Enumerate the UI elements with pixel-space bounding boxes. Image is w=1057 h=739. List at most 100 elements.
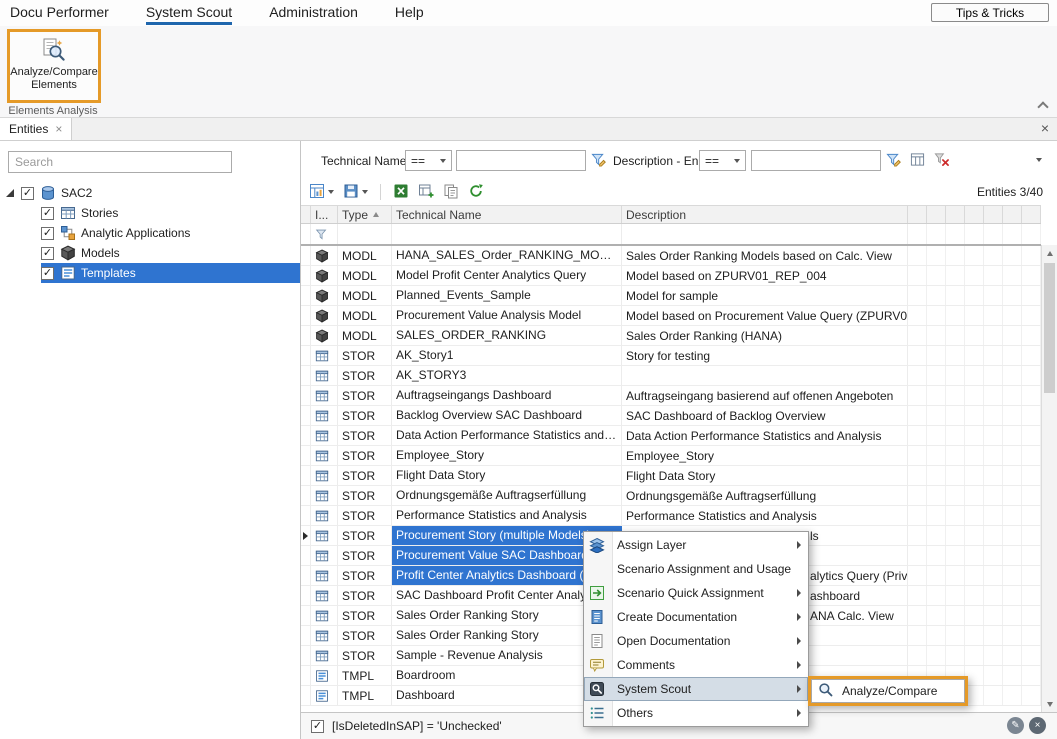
menu-item-create-documentation[interactable]: Create Documentation: [584, 605, 808, 629]
description-filter-input[interactable]: [751, 150, 881, 171]
icon-column-header[interactable]: I...: [311, 206, 338, 223]
checkbox[interactable]: ✓: [41, 207, 54, 220]
empty-columns-header: [908, 206, 1041, 223]
story-icon: [315, 409, 329, 423]
menu-item-analyze-compare[interactable]: Analyze/Compare: [811, 679, 965, 703]
technical-name-column-header[interactable]: Technical Name: [392, 206, 622, 223]
technical-name-operator-combo[interactable]: ==: [405, 150, 452, 171]
menu-item-system-scout[interactable]: System Scout: [146, 0, 232, 26]
table-row[interactable]: STORAK_Story1Story for testing: [301, 346, 1041, 366]
menu-item-others[interactable]: Others: [584, 701, 808, 725]
tree-item-sac2[interactable]: ✓ SAC2: [0, 183, 300, 203]
auto-filter-row[interactable]: [301, 224, 1041, 246]
checkbox[interactable]: ✓: [41, 247, 54, 260]
menu-item-open-documentation[interactable]: Open Documentation: [584, 629, 808, 653]
table-row[interactable]: STORAK_STORY3: [301, 366, 1041, 386]
technical-name-cell[interactable]: Employee_Story: [392, 446, 622, 465]
expander-icon[interactable]: [6, 189, 14, 197]
filter-edit-icon[interactable]: [591, 152, 606, 170]
menu-item-help[interactable]: Help: [395, 0, 424, 26]
type-cell: STOR: [338, 406, 392, 425]
search-input[interactable]: [8, 151, 232, 173]
table-row[interactable]: MODLPlanned_Events_SampleModel for sampl…: [301, 286, 1041, 306]
table-row[interactable]: STORAuftragseingangs DashboardAuftragsei…: [301, 386, 1041, 406]
description-operator-combo[interactable]: ==: [699, 150, 746, 171]
add-table-button[interactable]: [416, 181, 436, 204]
technical-name-cell[interactable]: Model Profit Center Analytics Query: [392, 266, 622, 285]
table-row[interactable]: MODLModel Profit Center Analytics QueryM…: [301, 266, 1041, 286]
table-row[interactable]: MODLProcurement Value Analysis ModelMode…: [301, 306, 1041, 326]
tips-tricks-button[interactable]: Tips & Tricks: [931, 3, 1049, 22]
filter-enabled-checkbox[interactable]: ✓: [311, 720, 324, 733]
export-excel-button[interactable]: [391, 181, 411, 204]
technical-name-cell[interactable]: SALES_ORDER_RANKING: [392, 326, 622, 345]
analyze-compare-elements-button[interactable]: Analyze/Compare Elements: [7, 29, 101, 103]
menu-item-administration[interactable]: Administration: [269, 0, 358, 26]
table-row[interactable]: STOROrdnungsgemäße AuftragserfüllungOrdn…: [301, 486, 1041, 506]
panel-close-icon[interactable]: ×: [1041, 120, 1049, 136]
grid-view-menu-button[interactable]: [307, 181, 336, 204]
technical-name-cell[interactable]: AK_Story1: [392, 346, 622, 365]
tree-item-stories[interactable]: ✓Stories: [0, 203, 300, 223]
description-fragment: ANA Calc. View: [810, 609, 894, 623]
type-cell: MODL: [338, 306, 392, 325]
menu-item-scenario-quick-assignment[interactable]: Scenario Quick Assignment: [584, 581, 808, 605]
table-row[interactable]: MODLSALES_ORDER_RANKINGSales Order Ranki…: [301, 326, 1041, 346]
description-fragment: ls: [810, 529, 819, 543]
filter-icon[interactable]: [886, 152, 901, 170]
tree-item-templates[interactable]: ✓Templates: [0, 263, 300, 283]
menu-item-scenario-assignment-and-usage[interactable]: Scenario Assignment and Usage: [584, 557, 808, 581]
table-row[interactable]: STORPerformance Statistics and AnalysisP…: [301, 506, 1041, 526]
tree-item-analytic-applications[interactable]: ✓Analytic Applications: [0, 223, 300, 243]
table-row[interactable]: STORBacklog Overview SAC DashboardSAC Da…: [301, 406, 1041, 426]
technical-name-cell[interactable]: Flight Data Story: [392, 466, 622, 485]
menu-item-system-scout[interactable]: System Scout: [584, 677, 808, 701]
copy-button[interactable]: [441, 181, 461, 204]
technical-name-cell[interactable]: AK_STORY3: [392, 366, 622, 385]
ribbon-collapse-chevron-icon[interactable]: [1038, 100, 1047, 109]
description-column-header[interactable]: Description: [622, 206, 908, 223]
save-layout-button[interactable]: [341, 181, 370, 204]
technical-name-cell[interactable]: Auftragseingangs Dashboard: [392, 386, 622, 405]
tab-entities[interactable]: Entities ×: [0, 118, 72, 140]
table-row[interactable]: MODLHANA_SALES_Order_RANKING_MODELSales …: [301, 246, 1041, 266]
tab-close-icon[interactable]: ×: [55, 122, 62, 136]
menu-item-assign-layer[interactable]: Assign Layer: [584, 533, 808, 557]
tree-item-label: SAC2: [61, 186, 92, 200]
story-icon: [60, 205, 76, 221]
filter-dropdown-caret-icon[interactable]: [1036, 158, 1042, 162]
table-header-row: I... Type Technical Name Description: [301, 206, 1041, 224]
checkbox[interactable]: ✓: [41, 227, 54, 240]
grid-view-icon[interactable]: [910, 152, 925, 170]
technical-name-cell[interactable]: Ordnungsgemäße Auftragserfüllung: [392, 486, 622, 505]
type-cell: STOR: [338, 426, 392, 445]
description-fragment: alytics Query (Private): [810, 569, 908, 583]
menu-item-label: System Scout: [617, 682, 691, 696]
refresh-button[interactable]: [466, 181, 486, 204]
description-cell: Employee_Story: [622, 446, 908, 465]
table-row[interactable]: STORData Action Performance Statistics a…: [301, 426, 1041, 446]
vertical-scrollbar[interactable]: [1041, 245, 1057, 712]
technical-name-filter-input[interactable]: [456, 150, 586, 171]
scrollbar-thumb[interactable]: [1044, 263, 1055, 393]
technical-name-cell[interactable]: Planned_Events_Sample: [392, 286, 622, 305]
clear-filter-icon[interactable]: [934, 152, 949, 170]
checkbox[interactable]: ✓: [41, 267, 54, 280]
edit-filter-button[interactable]: ✎: [1007, 717, 1024, 734]
menu-item-comments[interactable]: Comments: [584, 653, 808, 677]
type-column-header[interactable]: Type: [338, 206, 392, 223]
chart-view-icon: [309, 183, 325, 199]
tree-item-models[interactable]: ✓Models: [0, 243, 300, 263]
technical-name-cell[interactable]: Data Action Performance Statistics and A…: [392, 426, 622, 445]
close-filter-button[interactable]: ×: [1029, 717, 1046, 734]
technical-name-cell[interactable]: Performance Statistics and Analysis: [392, 506, 622, 525]
table-row[interactable]: STOREmployee_StoryEmployee_Story: [301, 446, 1041, 466]
technical-name-cell[interactable]: Backlog Overview SAC Dashboard: [392, 406, 622, 425]
table-row[interactable]: STORFlight Data StoryFlight Data Story: [301, 466, 1041, 486]
technical-name-cell[interactable]: HANA_SALES_Order_RANKING_MODEL: [392, 246, 622, 265]
menu-item-docu-performer[interactable]: Docu Performer: [10, 0, 109, 26]
technical-name-cell[interactable]: Procurement Value Analysis Model: [392, 306, 622, 325]
checkbox[interactable]: ✓: [21, 187, 34, 200]
scroll-down-button[interactable]: [1042, 696, 1057, 712]
scroll-up-button[interactable]: [1042, 245, 1057, 261]
